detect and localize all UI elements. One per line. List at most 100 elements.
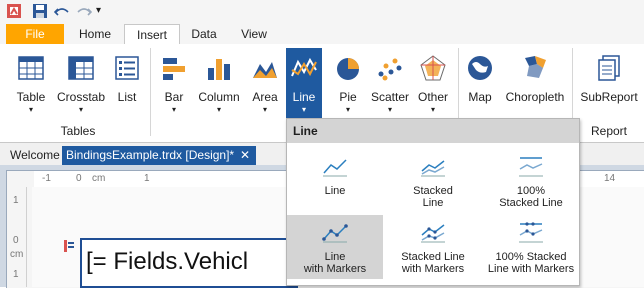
line-markers-icon [322,221,348,243]
choropleth-icon [521,54,549,82]
scatter-chart-button[interactable]: Scatter ▾ [368,48,412,114]
bar-chart-button[interactable]: Bar ▾ [156,48,192,114]
gallery-item-line-with-markers[interactable]: Line with Markers [287,215,383,279]
column-dropdown-arrow: ▾ [216,105,221,114]
line-dropdown-arrow: ▾ [301,105,306,114]
ruler-mark: 1 [13,195,19,206]
ruler-mark: 0 [76,173,82,184]
group-label-report: Report [590,124,628,138]
gallery-header: Line [287,119,579,143]
gallery-item-label: Line [422,197,444,209]
pie-label: Pie [339,90,357,104]
scatter-dropdown-arrow: ▾ [387,105,392,114]
gallery-item-stacked-line-with-markers[interactable]: Stacked Line with Markers [385,215,481,279]
app-icon [6,3,22,19]
group-label-tables: Tables [60,124,96,138]
other-label: Other [417,90,448,104]
bar-chart-icon [160,54,188,82]
table-icon [17,54,45,82]
ruler-mark: 1 [13,269,19,280]
map-button[interactable]: Map [462,48,498,114]
map-label: Map [468,90,492,104]
gallery-item-label: Line with Markers [487,263,575,275]
area-chart-button[interactable]: Area ▾ [246,48,284,114]
redo-icon[interactable] [76,3,93,19]
quick-access-toolbar: ▾ [0,0,644,22]
ruler-mark: cm [92,173,106,184]
pie-chart-button[interactable]: Pie ▾ [330,48,366,114]
subreport-icon [595,54,623,82]
stacked-line-icon [420,155,446,177]
stacked-line-markers-icon [420,221,446,243]
area-chart-icon [251,54,279,82]
crosstab-button[interactable]: Crosstab ▾ [56,48,106,114]
table-dropdown-arrow: ▾ [28,105,33,114]
ruler-mark: 14 [604,173,616,184]
tab-file[interactable]: File [6,24,64,44]
vertical-ruler: 1 0 cm 1 [8,187,27,287]
column-label: Column [198,90,240,104]
gallery-item-label: 100% Stacked [495,251,567,263]
crosstab-dropdown-arrow: ▾ [78,105,83,114]
tab-bindingsexample-design[interactable]: BindingsExample.trdx [Design]* ✕ [62,146,256,165]
gallery-item-line[interactable]: Line [287,149,383,213]
crosstab-label: Crosstab [56,90,106,104]
map-icon [466,54,494,82]
percent-stacked-line-icon [518,155,544,177]
area-label: Area [252,90,278,104]
percent-stacked-line-markers-icon [518,221,544,243]
close-icon[interactable]: ✕ [240,146,250,165]
textbox-field-expression[interactable]: [= Fields.Vehicl [80,238,298,288]
gallery-item-100-stacked-line-with-markers[interactable]: 100% Stacked Line with Markers [483,215,579,279]
ribbon-separator [150,48,151,136]
line-chart-icon [290,54,318,82]
tab-view[interactable]: View [232,24,276,44]
gallery-item-label: Line [324,251,346,263]
list-label: List [117,90,137,104]
table-label: Table [16,90,46,104]
gallery-item-label: Stacked Line [499,197,563,209]
scatter-chart-icon [376,54,404,82]
line-chart-icon [322,155,348,177]
gallery-item-label: 100% [516,185,546,197]
document-tab-label: BindingsExample.trdx [Design]* [66,148,235,162]
section-marker-icon [64,240,74,252]
gallery-item-label: with Markers [303,263,367,275]
line-chart-button[interactable]: Line ▾ [286,48,322,122]
ribbon-tab-row: File Home Insert Data View [0,22,644,46]
gallery-item-100-stacked-line[interactable]: 100% Stacked Line [483,149,579,213]
tab-insert[interactable]: Insert [124,24,180,46]
column-chart-button[interactable]: Column ▾ [194,48,244,114]
column-chart-icon [205,54,233,82]
other-dropdown-arrow: ▾ [430,105,435,114]
bar-label: Bar [164,90,184,104]
ruler-mark: cm [10,249,24,260]
list-button[interactable]: List [108,48,146,114]
tab-home[interactable]: Home [70,24,120,44]
subreport-label: SubReport [580,90,638,104]
choropleth-label: Choropleth [505,90,565,104]
pie-chart-icon [334,54,362,82]
scatter-label: Scatter [370,90,409,104]
crosstab-icon [67,54,95,82]
table-button[interactable]: Table ▾ [8,48,54,114]
tab-data[interactable]: Data [182,24,226,44]
customize-toolbar-arrow[interactable]: ▾ [96,3,112,19]
save-icon[interactable] [32,3,48,19]
choropleth-button[interactable]: Choropleth [502,48,568,114]
area-dropdown-arrow: ▾ [262,105,267,114]
other-chart-button[interactable]: Other ▾ [414,48,452,114]
gallery-item-label: Line [324,185,346,197]
subreport-button[interactable]: SubReport [578,48,640,114]
tab-welcome[interactable]: Welcome [6,146,64,165]
gallery-item-stacked-line[interactable]: Stacked Line [385,149,481,213]
ruler-mark: 0 [13,235,19,246]
gallery-item-label: Stacked [413,185,453,197]
radar-chart-icon [419,54,447,82]
undo-icon[interactable] [53,3,70,19]
gallery-item-label: Stacked Line [401,251,465,263]
bar-dropdown-arrow: ▾ [171,105,176,114]
line-chart-gallery: Line Line Stacked Line 100% Stacked Line… [286,118,580,286]
ruler-mark: 1 [144,173,150,184]
line-label: Line [292,90,316,104]
